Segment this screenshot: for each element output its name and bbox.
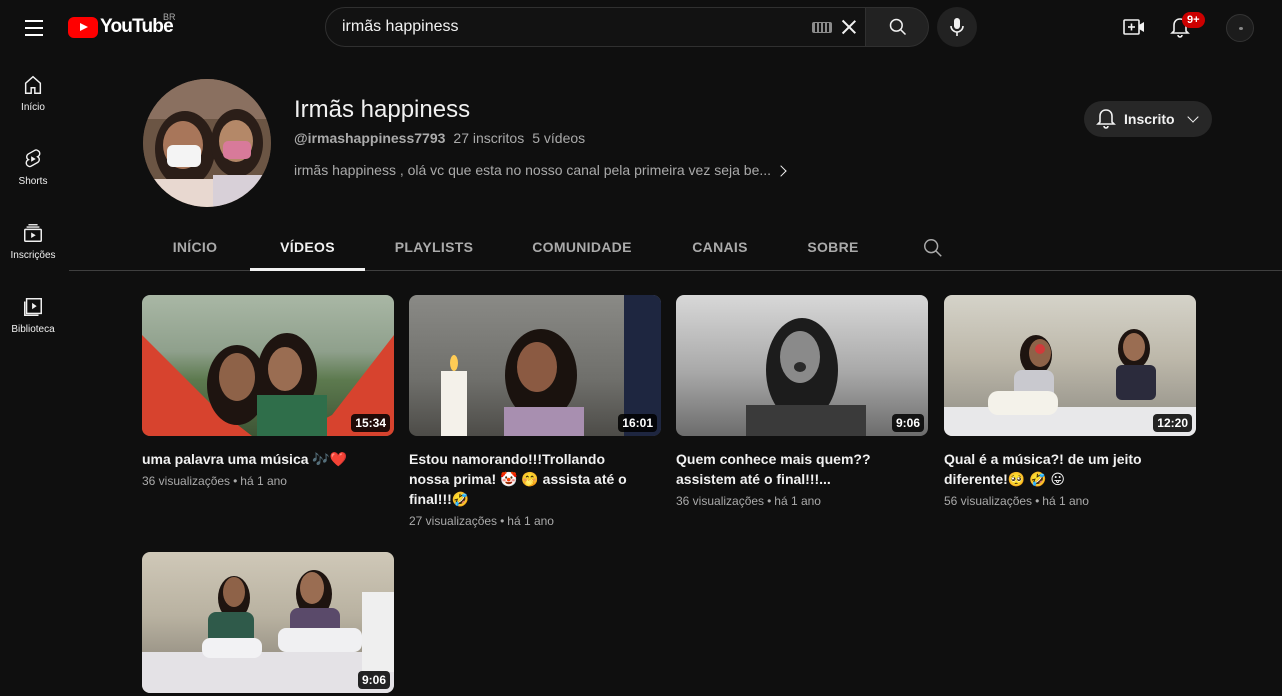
- voice-search-button[interactable]: [937, 7, 977, 47]
- subscriptions-icon: [24, 224, 42, 242]
- sidebar-item-library[interactable]: Biblioteca: [4, 278, 62, 348]
- video-age: há 1 ano: [1042, 494, 1089, 508]
- youtube-play-icon: [68, 16, 98, 38]
- mini-guide: Início Shorts Inscrições Biblioteca: [0, 56, 66, 696]
- tab-channels[interactable]: CANAIS: [683, 224, 757, 270]
- sidebar-item-label: Inscrições: [10, 250, 56, 261]
- video-card[interactable]: 15:34 uma palavra uma música 🎶❤️ 36 visu…: [142, 295, 394, 488]
- subscribed-label: Inscrito: [1124, 111, 1175, 127]
- library-icon: [24, 298, 42, 316]
- channel-description[interactable]: irmãs happiness , olá vc que esta no nos…: [294, 162, 771, 178]
- shorts-icon: [25, 149, 41, 168]
- video-duration: 15:34: [351, 414, 390, 432]
- video-duration: 9:06: [357, 671, 390, 689]
- video-card[interactable]: 9:06 Quem conhece mais quem?? assistem a…: [676, 295, 928, 508]
- create-button[interactable]: [1114, 8, 1154, 48]
- clear-search-icon[interactable]: [839, 17, 859, 37]
- sidebar-item-home[interactable]: Início: [4, 56, 62, 126]
- search-input[interactable]: [342, 8, 802, 46]
- logo-text: YouTube: [100, 16, 174, 37]
- subscribed-button[interactable]: Inscrito: [1084, 101, 1212, 137]
- search-button[interactable]: [865, 7, 929, 47]
- sidebar-item-subscriptions[interactable]: Inscrições: [4, 204, 62, 274]
- video-views: 27 visualizações: [409, 514, 498, 528]
- video-title[interactable]: uma palavra uma música 🎶❤️: [142, 449, 382, 469]
- video-thumbnail[interactable]: 16:01: [409, 295, 661, 436]
- video-card[interactable]: 12:20 Qual é a música?! de um jeito dife…: [944, 295, 1196, 508]
- create-video-icon: [1123, 19, 1144, 35]
- sidebar-item-label: Shorts: [18, 176, 48, 187]
- video-age: há 1 ano: [507, 514, 554, 528]
- chevron-right-icon[interactable]: [774, 163, 790, 179]
- channel-avatar-image: [143, 79, 271, 207]
- tab-community[interactable]: COMUNIDADE: [525, 224, 639, 270]
- youtube-logo[interactable]: YouTube BR: [68, 12, 176, 39]
- video-duration: 9:06: [891, 414, 924, 432]
- tab-videos[interactable]: VÍDEOS: [250, 224, 365, 271]
- search-icon: [889, 18, 907, 36]
- video-card[interactable]: 16:01 Estou namorando!!!Trollando nossa …: [409, 295, 661, 528]
- notification-count-badge: 9+: [1182, 12, 1205, 28]
- channel-handle: @irmashappiness7793: [294, 130, 446, 146]
- video-duration: 16:01: [618, 414, 657, 432]
- video-title[interactable]: Qual é a música?! de um jeito diferente!…: [944, 449, 1184, 489]
- sidebar-item-shorts[interactable]: Shorts: [4, 130, 62, 200]
- masthead: YouTube BR 9+: [0, 0, 1282, 56]
- search-box: [325, 7, 866, 47]
- video-views: 36 visualizações: [142, 474, 231, 488]
- video-metadata: 36 visualizações • há 1 ano: [676, 494, 821, 508]
- menu-icon[interactable]: [18, 12, 50, 44]
- thumbnail-image: [746, 318, 866, 436]
- subscriber-count: 27 inscritos: [453, 130, 525, 146]
- channel-avatar[interactable]: [143, 79, 271, 207]
- channel-meta: @irmashappiness7793 27 inscritos 5 vídeos: [294, 130, 585, 146]
- home-icon: [24, 75, 42, 94]
- thumbnail-image: [142, 570, 394, 693]
- video-metadata: 56 visualizações • há 1 ano: [944, 494, 1089, 508]
- tab-home[interactable]: INÍCIO: [161, 224, 229, 270]
- video-age: há 1 ano: [774, 494, 821, 508]
- video-count: 5 vídeos: [532, 130, 586, 146]
- video-title[interactable]: Estou namorando!!!Trollando nossa prima!…: [409, 449, 649, 509]
- video-metadata: 36 visualizações • há 1 ano: [142, 474, 287, 488]
- video-views: 36 visualizações: [676, 494, 765, 508]
- chevron-down-icon: [1186, 110, 1199, 123]
- video-thumbnail[interactable]: 15:34: [142, 295, 394, 436]
- video-card[interactable]: 9:06: [142, 552, 394, 693]
- account-avatar[interactable]: [1226, 14, 1254, 42]
- sidebar-item-label: Biblioteca: [11, 324, 55, 335]
- video-title[interactable]: Quem conhece mais quem?? assistem até o …: [676, 449, 916, 489]
- video-duration: 12:20: [1153, 414, 1192, 432]
- tab-about[interactable]: SOBRE: [799, 224, 867, 270]
- video-metadata: 27 visualizações • há 1 ano: [409, 514, 554, 528]
- channel-name: Irmãs happiness: [294, 96, 471, 123]
- tab-playlists[interactable]: PLAYLISTS: [384, 224, 484, 270]
- sidebar-item-label: Início: [21, 102, 45, 113]
- channel-search-icon[interactable]: [922, 237, 944, 259]
- video-thumbnail[interactable]: 12:20: [944, 295, 1196, 436]
- microphone-icon: [950, 18, 964, 36]
- keyboard-icon[interactable]: [812, 22, 832, 33]
- video-thumbnail[interactable]: 9:06: [142, 552, 394, 693]
- video-views: 56 visualizações: [944, 494, 1033, 508]
- video-age: há 1 ano: [240, 474, 287, 488]
- channel-tabs: INÍCIO VÍDEOS PLAYLISTS COMUNIDADE CANAI…: [69, 224, 1282, 271]
- video-thumbnail[interactable]: 9:06: [676, 295, 928, 436]
- bell-icon: [1096, 109, 1116, 129]
- country-code: BR: [163, 12, 176, 22]
